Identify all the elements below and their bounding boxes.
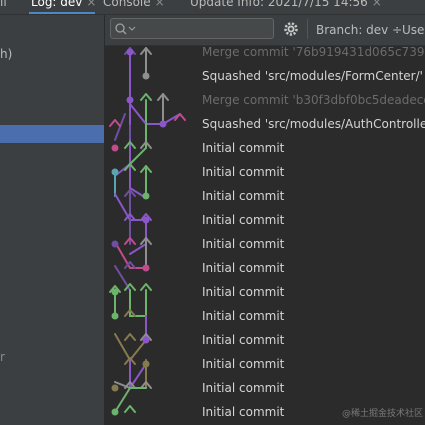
- commit-row[interactable]: Squashed 'src/modules/FormCenter/' c: [202, 64, 425, 88]
- commit-row[interactable]: Initial commit: [202, 352, 284, 376]
- tab-label: Log: dev: [31, 0, 83, 9]
- tab-log-dev[interactable]: Log: dev ×: [31, 0, 96, 9]
- branch-item[interactable]: r: [0, 350, 5, 364]
- commit-row[interactable]: Initial commit: [202, 184, 284, 208]
- search-input[interactable]: [110, 18, 274, 39]
- commit-row[interactable]: Merge commit 'b30f3dbf0bc5deadecd: [202, 88, 425, 112]
- branch-filter-dropdown[interactable]: Branch: dev ÷: [316, 23, 402, 37]
- branches-panel: [0, 15, 104, 425]
- tab-label: ll: [0, 0, 7, 9]
- tab-label: Update Info: 2021/7/15 14:56: [190, 0, 368, 9]
- commit-row[interactable]: Merge commit '76b919431d065c7395: [202, 40, 425, 64]
- watermark: @稀土掘金技术社区: [342, 409, 424, 419]
- tab-label: Console: [103, 0, 151, 9]
- toolbar-separator: [307, 19, 308, 39]
- commit-row[interactable]: Initial commit: [202, 328, 284, 352]
- close-icon[interactable]: ×: [86, 0, 96, 9]
- selected-branch-row[interactable]: [0, 125, 104, 143]
- branch-item[interactable]: h): [0, 47, 12, 61]
- close-icon[interactable]: ×: [155, 0, 165, 9]
- tab-console[interactable]: Console ×: [103, 0, 165, 9]
- commit-row[interactable]: Initial commit: [202, 232, 284, 256]
- commit-row[interactable]: Initial commit: [202, 208, 284, 232]
- commit-graph: [109, 47, 186, 416]
- user-filter-dropdown[interactable]: Use: [402, 23, 424, 37]
- active-tab-indicator: [29, 12, 95, 14]
- gear-icon[interactable]: [283, 21, 299, 37]
- tool-window-tab-bar: ll Log: dev × Console × Update Info: 2021/…: [0, 0, 425, 15]
- commit-row[interactable]: Initial commit: [202, 256, 284, 280]
- close-icon[interactable]: ×: [372, 0, 382, 9]
- commit-row[interactable]: Initial commit: [202, 400, 284, 424]
- commit-row[interactable]: Initial commit: [202, 280, 284, 304]
- tab-partial[interactable]: ll: [0, 0, 7, 9]
- commit-row[interactable]: Initial commit: [202, 376, 284, 400]
- commit-row[interactable]: Squashed 'src/modules/AuthController: [202, 112, 425, 136]
- search-icon: [115, 23, 136, 35]
- tab-update-info[interactable]: Update Info: 2021/7/15 14:56 ×: [190, 0, 382, 9]
- commit-row[interactable]: Initial commit: [202, 136, 284, 160]
- commit-row[interactable]: Initial commit: [202, 304, 284, 328]
- commit-row[interactable]: Initial commit: [202, 160, 284, 184]
